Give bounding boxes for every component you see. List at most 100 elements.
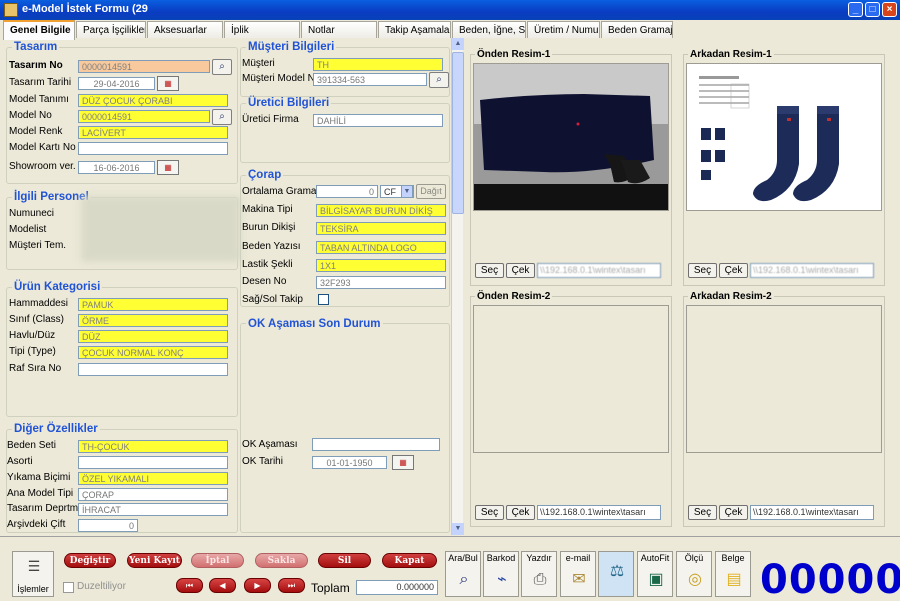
tasarim-tarihi-field[interactable]: 29-04-2016	[78, 77, 155, 90]
arkadan-resim-1-path-field[interactable]: \\192.168.0.1\wintex\tasarı	[750, 263, 874, 278]
havlu-field[interactable]: DÜZ	[78, 330, 228, 343]
makina-field[interactable]: BİLGİSAYAR BURUN DİKİŞ	[316, 204, 446, 217]
olcu-button[interactable]: Ölçü ◎	[676, 551, 712, 597]
maximize-button[interactable]: □	[865, 2, 880, 17]
close-button[interactable]: ×	[882, 2, 897, 17]
email-button[interactable]: e-mail ✉	[560, 551, 596, 597]
tasarim-no-field[interactable]: 0000014591	[78, 60, 210, 73]
email-label: e-mail	[565, 553, 591, 563]
tasarim-tarihi-calendar-button[interactable]: ▦	[157, 76, 179, 91]
scroll-thumb[interactable]	[452, 52, 464, 214]
model-no-field[interactable]: 0000014591	[78, 110, 210, 123]
lastik-field[interactable]: 1X1	[316, 259, 446, 272]
duzeltiliyor-checkbox[interactable]	[63, 582, 74, 593]
islemler-button[interactable]: ☰ İşlemler	[12, 551, 54, 597]
beden-yazisi-field[interactable]: TABAN ALTINDA LOGO	[316, 241, 446, 254]
onden-resim-1-sec-button[interactable]: Seç	[475, 263, 504, 278]
tab-notlar[interactable]: Notlar	[301, 21, 377, 39]
ok-tarihi-field[interactable]: 01-01-1950	[312, 456, 387, 469]
barcode-scanner-icon: ⌁	[497, 571, 507, 588]
first-record-button[interactable]: ⏮	[176, 578, 203, 593]
ana-model-field[interactable]: ÇORAP	[78, 488, 228, 501]
arkadan-resim-2-sec-button[interactable]: Seç	[688, 505, 717, 520]
chevron-down-icon[interactable]: ▼	[401, 185, 413, 198]
autofit-button[interactable]: AutoFit ▣	[637, 551, 673, 597]
uretici-firma-field[interactable]: DAHİLİ	[313, 114, 443, 127]
tab-uretim-numune[interactable]: Üretim / Numun	[527, 21, 600, 39]
tab-beden-gramaj[interactable]: Beden Gramaj	[601, 21, 673, 39]
ok-tarihi-label: OK Tarihi	[242, 456, 283, 467]
yeni-kayit-button[interactable]: Yeni Kayıt	[127, 553, 182, 568]
model-tanimi-field[interactable]: DÜZ ÇOCUK ÇORABI	[78, 94, 228, 107]
last-record-button[interactable]: ⏭	[278, 578, 305, 593]
yazdir-button[interactable]: Yazdır ⎙	[521, 551, 557, 597]
gramaj-field[interactable]: 0	[316, 185, 378, 198]
tab-aksesuarlar[interactable]: Aksesuarlar	[147, 21, 223, 39]
arkadan-resim-2-cek-button[interactable]: Çek	[719, 505, 748, 520]
tasarim-deprtmn-field[interactable]: İHRACAT	[78, 503, 228, 516]
musteri-field[interactable]: TH	[313, 58, 443, 71]
showroom-calendar-button[interactable]: ▦	[157, 160, 179, 175]
scroll-up-arrow[interactable]: ▲	[452, 38, 464, 50]
sakla-button[interactable]: Sakla	[255, 553, 308, 568]
model-renk-field[interactable]: LACİVERT	[78, 126, 228, 139]
ok-tarihi-calendar-button[interactable]: ▦	[392, 455, 414, 470]
yikama-field[interactable]: ÖZEL YIKAMALI	[78, 472, 228, 485]
arkadan-resim-1-sec-button[interactable]: Seç	[688, 263, 717, 278]
toplam-field[interactable]: 0.000000	[356, 580, 438, 595]
onden-resim-2-cek-button[interactable]: Çek	[506, 505, 535, 520]
model-karti-no-field[interactable]	[78, 142, 228, 155]
degistir-button[interactable]: Değiştir	[64, 553, 116, 568]
onden-resim-1-image[interactable]	[473, 63, 669, 211]
onden-resim-2-sec-button[interactable]: Seç	[475, 505, 504, 520]
previous-record-button[interactable]: ◀	[209, 578, 236, 593]
tab-takip-asamalari[interactable]: Takip Aşamaları	[378, 21, 451, 39]
dagit-button[interactable]: Dağıt	[416, 184, 446, 199]
next-record-button[interactable]: ▶	[244, 578, 271, 593]
tasarim-tarihi-label: Tasarım Tarihi	[9, 77, 72, 88]
minimize-button[interactable]: _	[848, 2, 863, 17]
tab-genel-bilgiler[interactable]: Genel Bilgile	[3, 20, 75, 40]
scroll-down-arrow[interactable]: ▼	[452, 523, 464, 535]
model-no-search-button[interactable]: ⌕	[212, 109, 232, 125]
sag-sol-checkbox[interactable]	[318, 294, 329, 305]
onden-resim-2-image[interactable]	[473, 305, 669, 453]
sil-button[interactable]: Sil	[318, 553, 371, 568]
showroom-label: Showroom ver.	[9, 161, 76, 172]
sinif-field[interactable]: ÖRME	[78, 314, 228, 327]
arsiv-field[interactable]: 0	[78, 519, 138, 532]
ok-asamasi-label: OK Aşaması	[242, 439, 298, 450]
arkadan-resim-2-image[interactable]	[686, 305, 882, 453]
barkod-button[interactable]: Barkod ⌁	[483, 551, 519, 597]
scale-button[interactable]: ⚖	[598, 551, 634, 597]
hammaddesi-field[interactable]: PAMUK	[78, 298, 228, 311]
sinif-label: Sınıf (Class)	[9, 314, 65, 325]
arkadan-resim-2-path-field[interactable]: \\192.168.0.1\wintex\tasarı	[750, 505, 874, 520]
onden-resim-2-path-field[interactable]: \\192.168.0.1\wintex\tasarı	[537, 505, 661, 520]
beden-seti-field[interactable]: TH-ÇOCUK	[78, 440, 228, 453]
tipi-field[interactable]: ÇOCUK NORMAL KONÇ	[78, 346, 228, 359]
calendar-icon: ▦	[164, 163, 172, 172]
arkadan-resim-1-image[interactable]	[686, 63, 882, 211]
burun-field[interactable]: TEKSİRA	[316, 222, 446, 235]
belge-button[interactable]: Belge ▤	[715, 551, 751, 597]
kapat-button[interactable]: Kapat	[382, 553, 437, 568]
tab-beden-igne[interactable]: Beden, İğne, Sa	[452, 21, 526, 39]
tab-iplik[interactable]: İplik	[224, 21, 300, 39]
arkadan-resim-1-cek-button[interactable]: Çek	[719, 263, 748, 278]
ara-bul-button[interactable]: Ara/Bul ⌕	[445, 551, 481, 597]
asorti-field[interactable]	[78, 456, 228, 469]
arsiv-label: Arşivdeki Çift	[7, 519, 66, 530]
tab-parca-iscilikler[interactable]: Parça İşçilikler	[76, 21, 146, 39]
musteri-model-search-button[interactable]: ⌕	[429, 72, 449, 88]
raf-field[interactable]	[78, 363, 228, 376]
iptal-button[interactable]: İptal	[191, 553, 244, 568]
onden-resim-1-cek-button[interactable]: Çek	[506, 263, 535, 278]
onden-resim-1-path-field[interactable]: \\192.168.0.1\wintex\tasarı	[537, 263, 661, 278]
ok-asamasi-field[interactable]	[312, 438, 440, 451]
desen-field[interactable]: 32F293	[316, 276, 446, 289]
tasarim-search-button[interactable]: ⌕	[212, 59, 232, 75]
vertical-scrollbar[interactable]: ▲ ▼	[451, 38, 464, 535]
showroom-field[interactable]: 16-06-2016	[78, 161, 155, 174]
musteri-model-field[interactable]: 391334-563	[313, 73, 427, 86]
